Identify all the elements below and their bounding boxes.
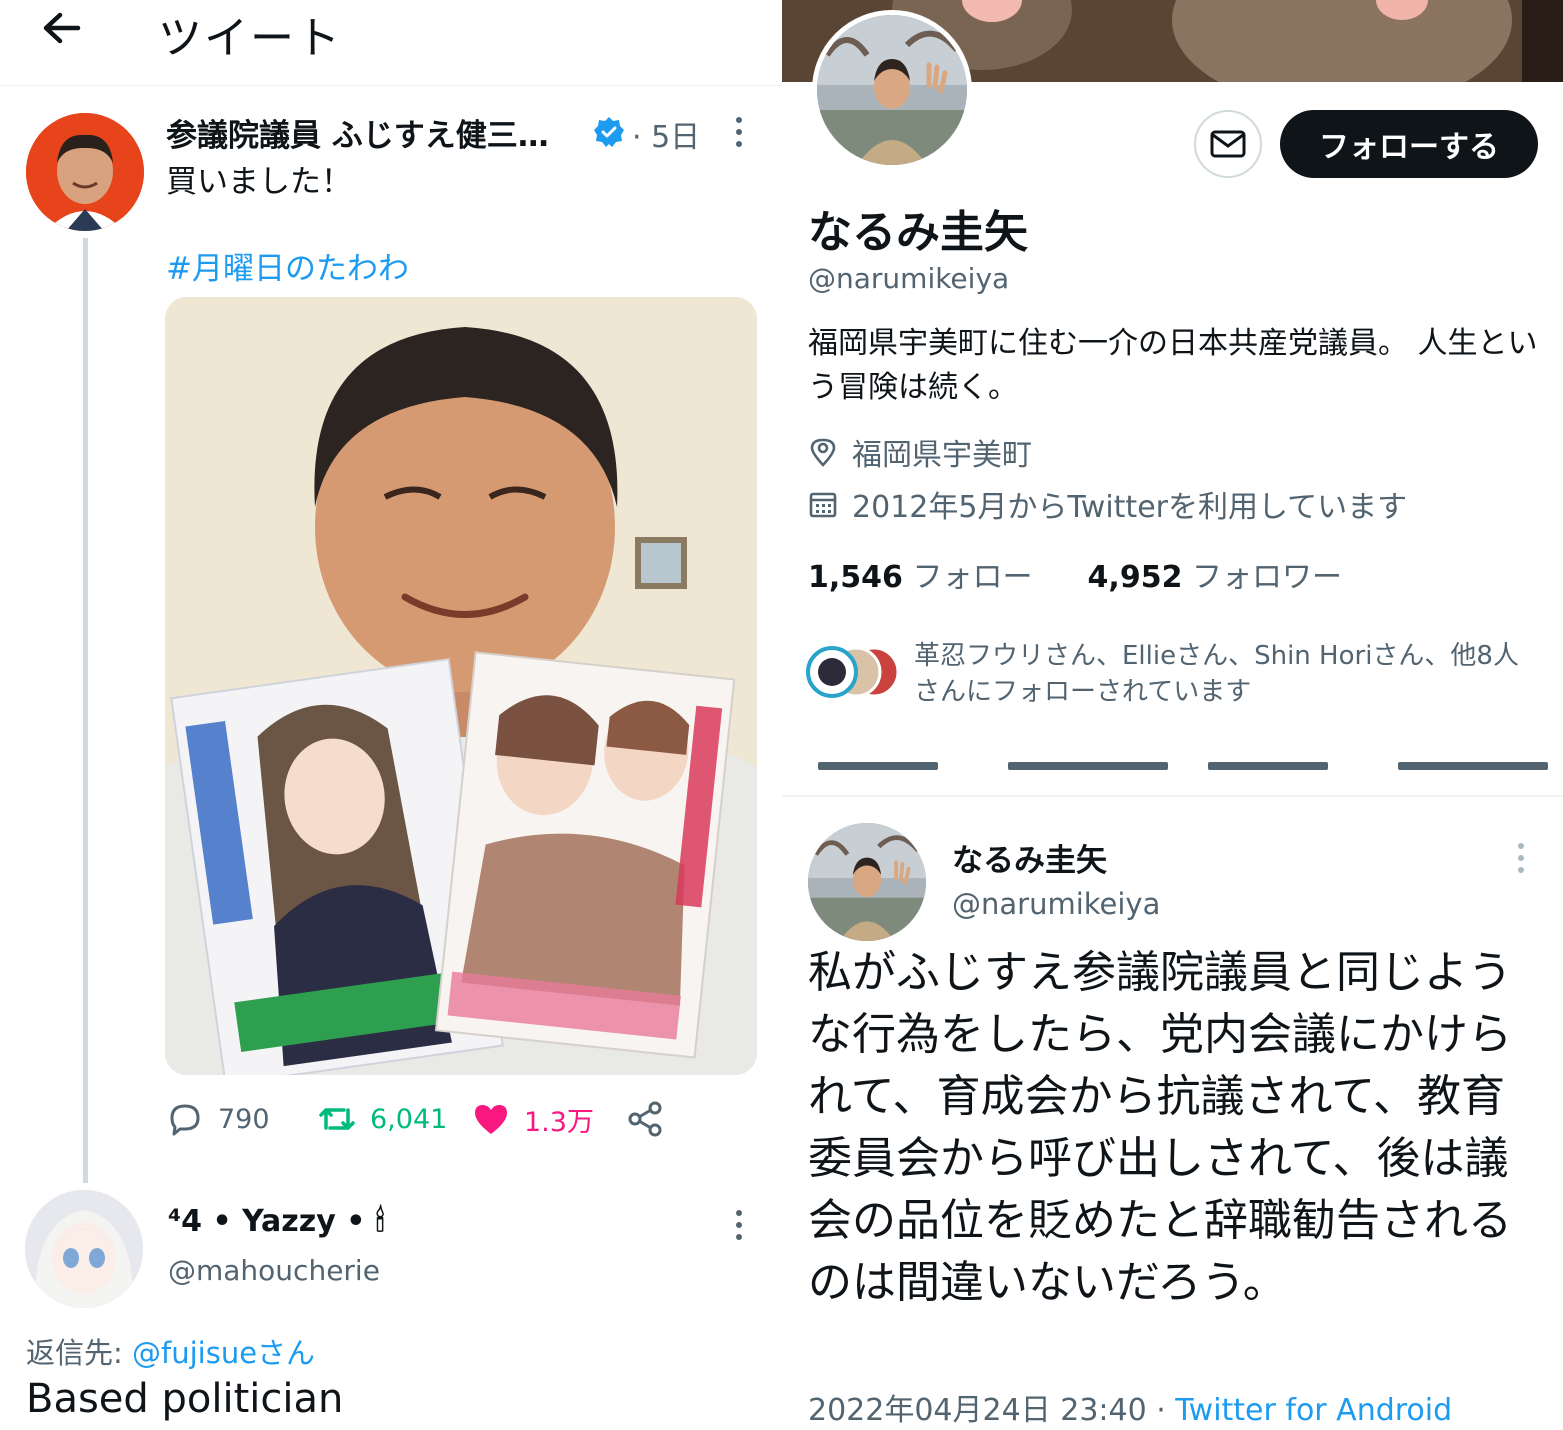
profile-name: なるみ圭矢 (808, 207, 1028, 258)
share-button[interactable] (626, 1096, 678, 1142)
tweet-author-name[interactable]: なるみ圭矢 (952, 835, 1107, 880)
hashtag-link[interactable]: #月曜日のたわわ (166, 243, 409, 288)
avatar[interactable] (26, 113, 144, 231)
mail-icon (1210, 130, 1246, 158)
followed-by-avatars[interactable] (804, 644, 904, 704)
more-icon[interactable] (733, 1208, 745, 1242)
tweet-client-link[interactable]: Twitter for Android (1175, 1393, 1452, 1428)
reply-author-handle[interactable]: @mahoucherie (168, 1254, 380, 1287)
profile-panel: フォローする なるみ圭矢 @narumikeiya 福岡県宇美町に住む一介の日本… (782, 0, 1563, 795)
retweet-button[interactable]: 6,041 (318, 1096, 447, 1142)
avatar[interactable] (25, 1190, 143, 1308)
reply-button[interactable]: 790 (166, 1096, 270, 1142)
like-count: 1.3万 (524, 1106, 594, 1138)
tweet-detail-panel: ツイート 参議院議員 ふじすえ健三… · 5日 買いました！ #月曜日のたわわ (0, 0, 782, 1430)
followed-by-text[interactable]: 革忍フウリさん、Ellieさん、Shin Horiさん、他8人さんにフォローされ… (914, 638, 1544, 710)
profile-joined: 2012年5月からTwitterを利用しています (808, 484, 1408, 525)
heart-icon (475, 1105, 507, 1134)
tweet-time[interactable]: · 5日 (632, 112, 700, 156)
like-button[interactable]: 1.3万 (472, 1096, 594, 1142)
reply-to-mention[interactable]: @fujisueさん (132, 1336, 315, 1370)
retweet-icon (319, 1108, 355, 1130)
back-arrow-icon[interactable] (38, 6, 86, 50)
reply-author-name[interactable]: ⁴4 • Yazzy • 🕯 (168, 1204, 384, 1239)
tweet-photo[interactable] (165, 297, 757, 1075)
retweet-count: 6,041 (370, 1103, 448, 1135)
tweet-actions: 790 6,041 1.3万 (166, 1096, 686, 1142)
profile-avatar[interactable] (812, 10, 972, 170)
page-title: ツイート (158, 13, 342, 64)
joined-text: 2012年5月からTwitterを利用しています (852, 490, 1408, 525)
top-bar: ツイート (0, 0, 782, 86)
share-icon (628, 1101, 662, 1137)
followers-label: フォロワー (1182, 560, 1342, 595)
profile-tabs-cut (808, 762, 1548, 776)
follow-button[interactable]: フォローする (1280, 110, 1538, 178)
profile-location: 福岡県宇美町 (808, 432, 1032, 473)
reply-count: 790 (218, 1103, 270, 1135)
tweet-footer: 2022年04月24日 23:40 · Twitter for Android (808, 1385, 1452, 1429)
followers-count: 4,952 (1087, 560, 1183, 595)
narumi-tweet-panel: なるみ圭矢 @narumikeiya 私がふじすえ参議院議員と同じような行為をし… (782, 797, 1563, 1430)
reply-text: Based politician (26, 1376, 344, 1422)
following-count: 1,546 (808, 560, 903, 595)
followers-link[interactable]: 4,952 フォロワー (1088, 560, 1342, 595)
verified-badge-icon (594, 117, 624, 147)
following-link[interactable]: 1,546 フォロー (808, 560, 1032, 595)
author-name[interactable]: 参議院議員 ふじすえ健三… (166, 110, 549, 155)
reply-to-label: 返信先: (26, 1336, 132, 1370)
follow-stats: 1,546 フォロー 4,952 フォロワー (808, 552, 1342, 596)
more-icon[interactable] (733, 115, 745, 149)
calendar-icon (809, 492, 837, 518)
tweet-author-handle[interactable]: @narumikeiya (952, 887, 1160, 921)
location-text: 福岡県宇美町 (852, 438, 1032, 473)
profile-handle: @narumikeiya (808, 262, 1010, 295)
message-button[interactable] (1194, 110, 1262, 178)
location-pin-icon (810, 438, 836, 467)
reply-to-line: 返信先: @fujisueさん (26, 1330, 315, 1372)
tweet-text: 私がふじすえ参議院議員と同じような行為をしたら、党内会議にかけられて、育成会から… (808, 947, 1512, 1308)
profile-bio: 福岡県宇美町に住む一介の日本共産党議員。 人生という冒険は続く。 (808, 326, 1538, 405)
following-label: フォロー (902, 560, 1033, 595)
more-icon[interactable] (1515, 841, 1527, 875)
avatar[interactable] (808, 823, 926, 941)
tweet-timestamp[interactable]: 2022年04月24日 23:40 · (808, 1393, 1175, 1428)
tweet-text: 買いました！ (166, 164, 352, 200)
thread-line (83, 238, 88, 1183)
reply-icon (170, 1104, 200, 1136)
